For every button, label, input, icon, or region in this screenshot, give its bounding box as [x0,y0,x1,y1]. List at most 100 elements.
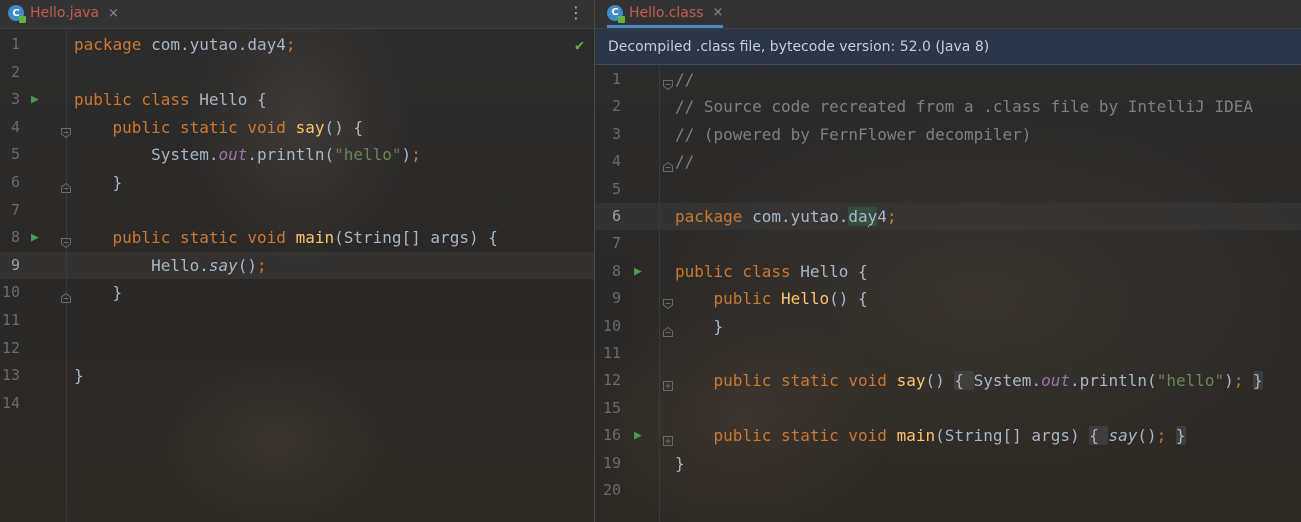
code-token: "hello" [1156,371,1225,391]
run-gutter-icon[interactable]: ▶ [31,86,39,113]
code-token: ; [1156,426,1176,446]
fold-collapse-icon[interactable] [61,233,71,249]
code-line[interactable]: 1 // [595,66,1301,93]
line-number: 10 [1,283,20,302]
line-number: 7 [611,234,621,253]
close-tab-icon[interactable]: × [712,5,723,20]
code-token: public static void [74,228,296,248]
code-text[interactable]: public static void say() { [74,114,363,141]
code-text[interactable]: } [675,313,724,340]
fold-collapse-icon[interactable] [663,322,673,337]
code-line[interactable]: 3 // (powered by FernFlower decompiler) [595,121,1301,148]
code-line[interactable]: 20 [595,477,1301,504]
code-line[interactable]: 2 [0,59,594,86]
code-text[interactable]: // [675,66,694,93]
line-number: 5 [10,145,20,164]
code-token: } [675,316,724,336]
code-text[interactable]: } [74,169,123,196]
code-text[interactable]: public static void main(String[] args) { [74,224,498,251]
code-line[interactable]: 5 System.out.println("hello"); [0,141,594,168]
fold-expand-icon[interactable] [663,376,673,392]
code-text[interactable]: Hello.say(); [74,252,267,279]
code-line[interactable]: 11 [0,307,594,334]
code-text[interactable]: // Source code recreated from a .class f… [675,93,1253,120]
code-line[interactable]: 13} [0,362,594,389]
code-line[interactable]: 9 Hello.say(); [0,251,594,279]
code-token: package [675,207,753,226]
code-line[interactable]: 19} [595,450,1301,477]
tab-label: Hello.class [629,4,704,21]
code-token: // Source code recreated from a .class f… [675,97,1253,117]
line-number: 13 [1,366,20,385]
code-line[interactable]: 3 ▶ public class Hello { [0,86,594,113]
line-number: 11 [602,344,621,362]
code-text[interactable]: // (powered by FernFlower decompiler) [675,121,1031,148]
fold-collapse-icon[interactable] [61,123,71,138]
code-text[interactable]: public static void say() { System.out.pr… [675,367,1263,394]
code-token: com.yutao. [752,207,849,226]
code-text[interactable]: package com.yutao.day4; [74,31,296,58]
fold-collapse-icon[interactable] [61,288,71,304]
code-line[interactable]: 9 public Hello() { [595,285,1301,312]
fold-collapse-icon[interactable] [61,178,71,193]
code-line[interactable]: 8 ▶ public static void main(String[] args… [0,224,594,251]
code-token: { [954,371,974,391]
code-line[interactable]: 10 } [0,279,594,306]
code-line[interactable]: 15 [595,395,1301,422]
code-line[interactable]: 8 ▶ public class Hello { [595,258,1301,285]
split-divider[interactable] [594,0,595,522]
code-token: package [74,35,152,54]
code-text[interactable]: public static void main(String[] args) {… [675,422,1186,449]
code-line[interactable]: 4 public static void say() { [0,114,594,141]
code-text[interactable]: package com.yutao.day4; [675,203,897,230]
code-line[interactable]: 6 package com.yutao.day4; [595,203,1301,230]
code-text[interactable]: } [675,450,685,477]
close-tab-icon[interactable]: × [108,6,119,21]
code-token: () { [324,117,363,137]
code-line[interactable]: 7 [595,230,1301,257]
code-token: ) [1224,371,1234,391]
code-line[interactable]: 14 [0,390,594,417]
code-text[interactable]: public Hello() { [675,285,868,312]
line-number: 12 [1,338,20,357]
code-line[interactable]: 11 [595,340,1301,367]
code-line[interactable]: 2 // Source code recreated from a .class … [595,93,1301,120]
run-gutter-icon[interactable]: ▶ [31,224,39,251]
code-token: "hello" [334,145,402,165]
more-options-icon[interactable]: ⋮ [568,4,584,22]
code-line[interactable]: 12 [0,335,594,362]
code-text[interactable]: } [74,279,123,306]
line-number: 20 [602,481,621,499]
line-number: 2 [611,97,621,116]
code-text[interactable]: System.out.println("hello"); [74,141,421,168]
fold-expand-icon[interactable] [663,431,673,447]
code-line[interactable]: 4 // [595,148,1301,175]
fold-collapse-icon[interactable] [663,75,673,91]
code-line[interactable]: 10 } [595,313,1301,340]
code-line[interactable]: 16 ▶ public static void main(String[] arg… [595,422,1301,449]
run-gutter-icon[interactable]: ▶ [634,258,642,285]
run-gutter-icon[interactable]: ▶ [634,422,642,449]
code-token: System. [74,145,219,165]
fold-collapse-icon[interactable] [663,294,673,310]
code-token: ; [886,207,897,226]
java-class-file-icon: C [8,5,26,23]
fold-collapse-icon[interactable] [663,157,673,173]
tab-hello-class[interactable]: C Hello.class × [607,0,724,28]
code-line[interactable]: 12 public static void say() { System.out… [595,367,1301,394]
line-number: 8 [611,261,621,280]
code-text[interactable]: // [675,148,694,175]
code-text[interactable]: public class Hello { [74,86,267,113]
code-line[interactable]: 6 } [0,169,594,196]
line-number: 6 [611,207,621,225]
code-line[interactable]: 7 [0,197,594,224]
code-line[interactable]: 1 package com.yutao.day4; [0,31,594,58]
line-number: 4 [10,117,20,136]
line-number: 7 [10,200,20,219]
tab-hello-java[interactable]: C Hello.java × [8,0,119,26]
code-text[interactable]: public class Hello { [675,258,868,285]
code-token: } [74,173,123,192]
code-text[interactable]: } [74,362,84,389]
code-token: .println( [1069,371,1157,391]
code-line[interactable]: 5 [595,176,1301,203]
